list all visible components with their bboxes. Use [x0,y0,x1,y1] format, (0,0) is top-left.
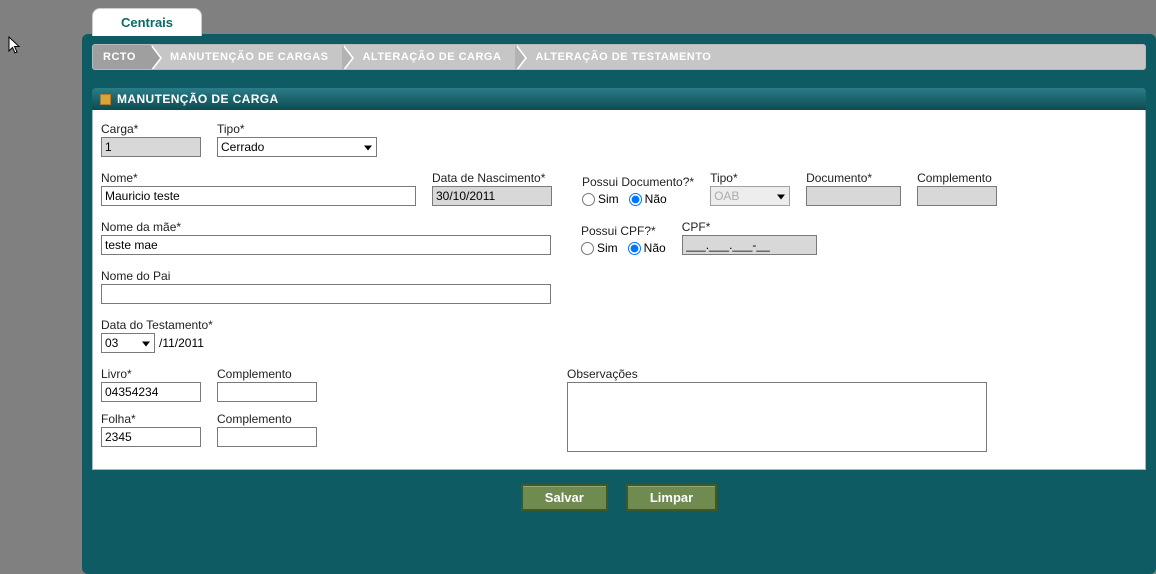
input-documento [806,186,901,206]
input-livro[interactable] [101,382,201,402]
input-carga [101,137,201,157]
input-nome-mae[interactable] [101,235,551,255]
label-cpf: CPF* [682,220,817,234]
textarea-observacoes[interactable] [567,382,987,452]
input-data-nasc [432,186,552,206]
label-observacoes: Observações [567,367,1137,381]
form-body: Carga* Tipo* Cerrado Nome* [92,110,1146,470]
select-tipo[interactable]: Cerrado [217,137,377,157]
label-livro: Livro* [101,367,201,381]
label-doc-compl: Complemento [917,171,997,185]
main-panel: RCTO MANUTENÇÃO DE CARGAS ALTERAÇÃO DE C… [82,34,1156,574]
breadcrumb-item[interactable]: ALTERAÇÃO DE TESTAMENTO [515,45,725,69]
label-data-nasc: Data de Nascimento* [432,171,552,185]
tab-centrais[interactable]: Centrais [92,8,202,36]
breadcrumb-item[interactable]: RCTO [93,45,150,69]
select-doc-tipo: OAB [710,186,790,206]
input-folha[interactable] [101,427,201,447]
section-title: MANUTENÇÃO DE CARGA [117,92,279,106]
input-doc-compl [917,186,997,206]
select-testamento-dia[interactable]: 03 [101,333,155,353]
label-livro-compl: Complemento [217,367,317,381]
breadcrumb-item[interactable]: MANUTENÇÃO DE CARGAS [150,45,343,69]
button-row: Salvar Limpar [92,470,1146,511]
breadcrumb: RCTO MANUTENÇÃO DE CARGAS ALTERAÇÃO DE C… [92,44,1146,70]
label-nome-mae: Nome da mãe* [101,220,551,234]
mouse-cursor [8,36,24,59]
input-livro-compl[interactable] [217,382,317,402]
label-data-testamento: Data do Testamento* [101,318,213,332]
radio-cpf-sim[interactable]: Sim [581,241,618,255]
radio-doc-sim[interactable]: Sim [582,192,619,206]
save-button[interactable]: Salvar [521,484,608,511]
label-nome: Nome* [101,171,416,185]
input-nome[interactable] [101,186,416,206]
input-cpf [682,235,817,255]
breadcrumb-item[interactable]: ALTERAÇÃO DE CARGA [342,45,515,69]
section-icon [100,94,111,105]
label-doc-tipo: Tipo* [710,171,790,185]
input-nome-pai[interactable] [101,284,551,304]
label-folha-compl: Complemento [217,412,317,426]
label-possui-doc: Possui Documento?* [582,175,694,189]
label-nome-pai: Nome do Pai [101,269,551,283]
input-folha-compl[interactable] [217,427,317,447]
label-folha: Folha* [101,412,201,426]
section-header: MANUTENÇÃO DE CARGA [92,88,1146,110]
label-carga: Carga* [101,122,201,136]
label-possui-cpf: Possui CPF?* [581,224,666,238]
label-documento: Documento* [806,171,901,185]
radio-cpf-nao[interactable]: Não [628,241,666,255]
clear-button[interactable]: Limpar [626,484,717,511]
radio-doc-nao[interactable]: Não [629,192,667,206]
label-testamento-resto: /11/2011 [159,336,204,350]
label-tipo: Tipo* [217,122,377,136]
tab-strip: Centrais [82,0,1156,34]
